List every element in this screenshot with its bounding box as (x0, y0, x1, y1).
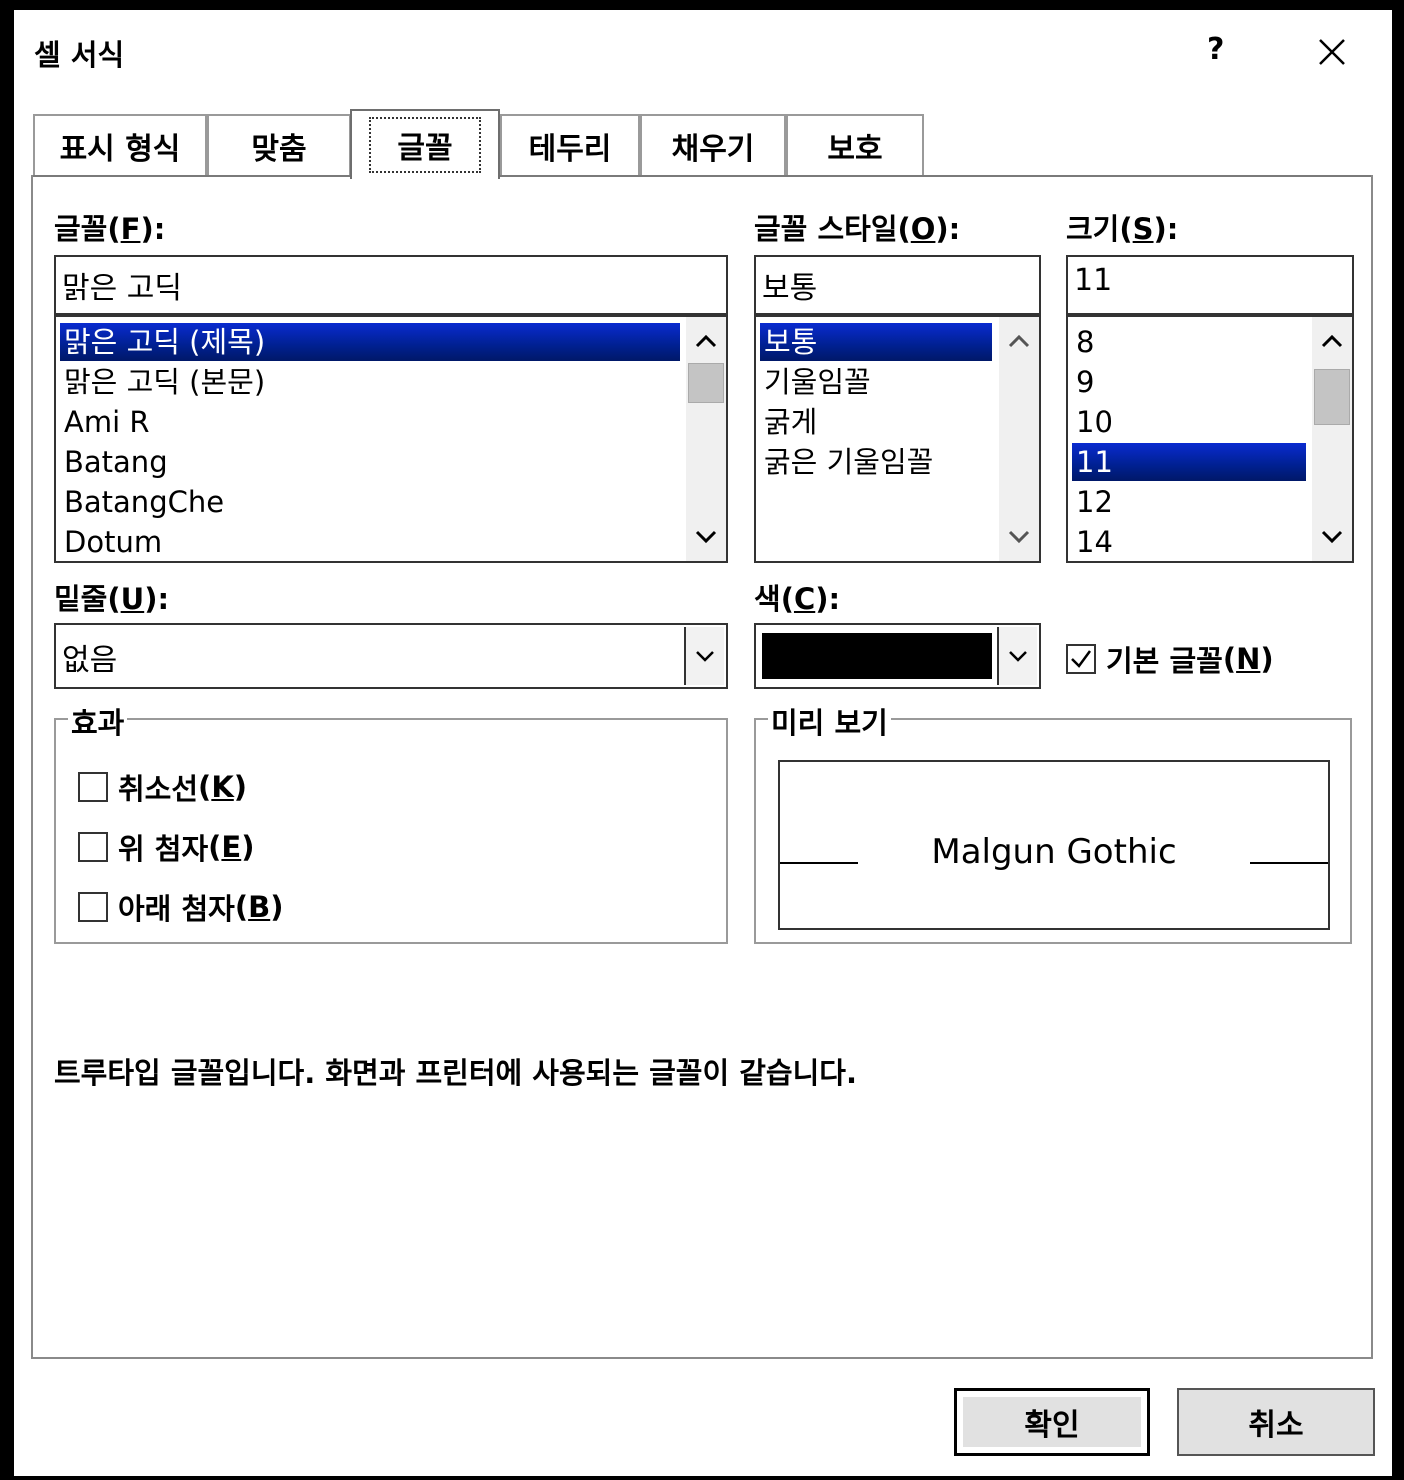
group-title: 미리 보기 (768, 700, 891, 742)
tab-alignment[interactable]: 맞춤 (207, 114, 351, 176)
checkbox-box[interactable] (78, 772, 108, 802)
list-item[interactable]: 맑은 고딕 (본문) (60, 363, 265, 401)
scroll-up-icon[interactable] (686, 321, 726, 361)
checkbox-box[interactable] (1066, 644, 1096, 674)
list-item[interactable]: 11 (1072, 443, 1306, 481)
subscript-checkbox[interactable]: 아래 첨자(B) (78, 886, 283, 928)
list-item[interactable]: 10 (1072, 403, 1113, 441)
checkbox-box[interactable] (78, 892, 108, 922)
strikethrough-checkbox[interactable]: 취소선(K) (78, 766, 247, 808)
checkbox-label: 취소선 (118, 772, 199, 806)
list-item[interactable]: BatangChe (60, 483, 224, 521)
font-description: 트루타입 글꼴입니다. 화면과 프린터에 사용되는 글꼴이 같습니다. (54, 1056, 857, 1090)
list-item[interactable]: 14 (1072, 523, 1113, 561)
checkbox-label: 위 첨자 (118, 832, 209, 866)
list-item[interactable]: 9 (1072, 363, 1094, 401)
list-item[interactable]: 보통 (760, 323, 992, 361)
ok-button[interactable]: 확인 (954, 1388, 1150, 1456)
list-item[interactable]: Batang (60, 443, 168, 481)
font-size-list[interactable]: 8 9 10 11 12 14 (1066, 315, 1354, 563)
list-item[interactable]: 맑은 고딕 (제목) (60, 323, 680, 361)
checkmark-icon (1071, 650, 1092, 668)
scroll-down-icon[interactable] (686, 517, 726, 557)
effects-group: 효과 취소선(K) 위 첨자(E) 아래 첨자(B) (54, 700, 728, 944)
format-cells-dialog: 셀 서식 ? 표시 형식 맞춤 글꼴 테두리 채우기 보호 글꼴(F): 글꼴 … (14, 10, 1392, 1476)
color-label: 색(C): (754, 582, 841, 616)
preview-area: Malgun Gothic (778, 760, 1330, 930)
superscript-checkbox[interactable]: 위 첨자(E) (78, 826, 254, 868)
list-item[interactable]: 기울임꼴 (760, 363, 871, 401)
tab-label: 보호 (827, 132, 883, 167)
tab-label: 표시 형식 (59, 132, 181, 167)
close-button[interactable] (1312, 32, 1352, 72)
list-item[interactable]: 굵은 기울임꼴 (760, 443, 933, 481)
scroll-thumb[interactable] (688, 363, 724, 403)
scroll-up-icon[interactable] (999, 321, 1039, 361)
font-style-input[interactable]: 보통 (754, 255, 1041, 315)
size-list-scrollbar[interactable] (1312, 317, 1352, 561)
scroll-down-icon[interactable] (999, 517, 1039, 557)
tab-fill[interactable]: 채우기 (640, 114, 786, 176)
font-label: 글꼴(F): (54, 212, 166, 246)
style-list-scrollbar[interactable] (999, 317, 1039, 561)
scroll-thumb[interactable] (1314, 369, 1350, 425)
font-list-scrollbar[interactable] (686, 317, 726, 561)
tab-label: 채우기 (671, 132, 755, 167)
help-button[interactable]: ? (1207, 32, 1224, 67)
checkbox-label: 기본 글꼴 (1106, 644, 1223, 678)
font-name-list[interactable]: 맑은 고딕 (제목) 맑은 고딕 (본문) Ami R Batang Batan… (54, 315, 728, 563)
chevron-down-icon[interactable] (997, 627, 1037, 685)
underline-label: 밑줄(U): (54, 582, 170, 616)
checkbox-box[interactable] (78, 832, 108, 862)
list-item[interactable]: 8 (1072, 323, 1094, 361)
normal-font-checkbox[interactable]: 기본 글꼴(N) (1066, 638, 1274, 680)
group-title: 효과 (68, 700, 128, 742)
preview-text: Malgun Gothic (931, 832, 1177, 872)
font-size-input[interactable]: 11 (1066, 255, 1354, 315)
list-item[interactable]: Ami R (60, 403, 150, 441)
tab-protection[interactable]: 보호 (786, 114, 924, 176)
close-icon (1319, 39, 1345, 65)
list-item[interactable]: Dotum (60, 523, 162, 561)
dialog-title: 셀 서식 (34, 38, 125, 72)
checkbox-label: 아래 첨자 (118, 892, 235, 926)
underline-value: 없음 (62, 643, 118, 678)
size-label: 크기(S): (1066, 212, 1179, 246)
list-item[interactable]: 굵게 (760, 403, 817, 441)
scroll-down-icon[interactable] (1312, 517, 1352, 557)
list-item[interactable]: 12 (1072, 483, 1113, 521)
tab-font[interactable]: 글꼴 (350, 109, 500, 179)
chevron-down-icon[interactable] (684, 627, 724, 685)
tab-border[interactable]: 테두리 (500, 114, 640, 176)
underline-select[interactable]: 없음 (54, 623, 728, 689)
cancel-button[interactable]: 취소 (1177, 1388, 1375, 1456)
preview-group: 미리 보기 Malgun Gothic (754, 700, 1352, 944)
tab-number[interactable]: 표시 형식 (33, 114, 207, 176)
tab-label: 맞춤 (251, 132, 307, 167)
tab-label: 글꼴 (369, 117, 481, 173)
font-style-list[interactable]: 보통 기울임꼴 굵게 굵은 기울임꼴 (754, 315, 1041, 563)
font-style-label: 글꼴 스타일(O): (754, 212, 961, 246)
color-picker[interactable] (754, 623, 1041, 689)
color-swatch (762, 633, 992, 679)
font-name-input[interactable]: 맑은 고딕 (54, 255, 728, 315)
tab-label: 테두리 (528, 132, 612, 167)
scroll-up-icon[interactable] (1312, 321, 1352, 361)
